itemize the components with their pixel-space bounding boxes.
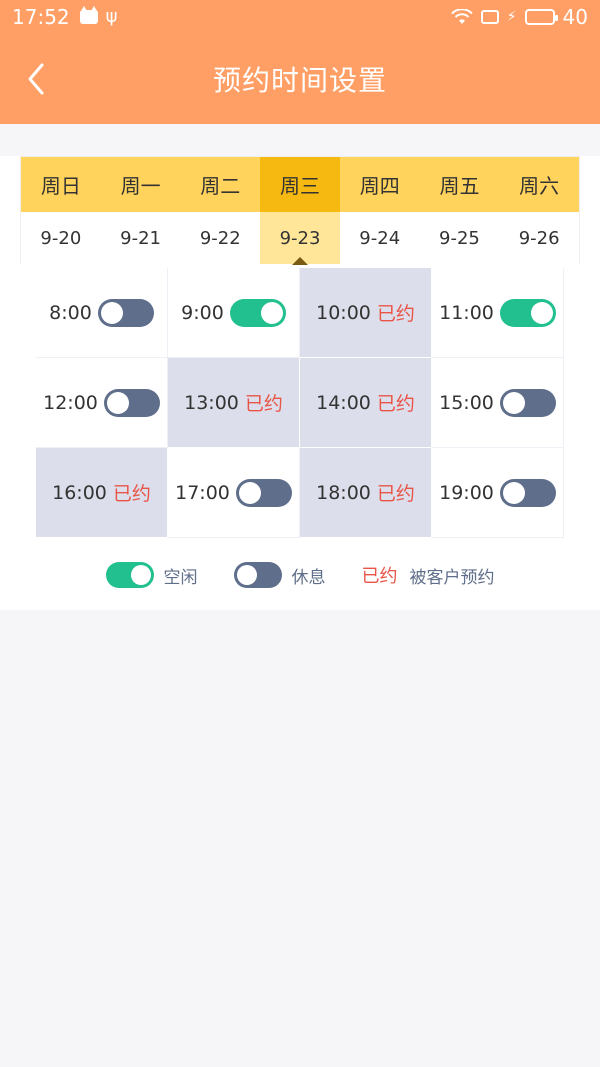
time-slot-grid: 8:00 9:00 10:00 已约 11:00 12:00 13:00 已约 14:00 已约 1… [36, 268, 564, 538]
nav-bar: 预约时间设置 [0, 34, 600, 124]
slot-time: 14:00 [316, 391, 371, 414]
time-slot[interactable]: 14:00 已约 [300, 358, 432, 448]
toggle-off-icon [233, 562, 282, 588]
weekday-tab[interactable]: 周四 [340, 157, 420, 212]
status-bar: 17:52 ψ ⚡ 40 [0, 0, 600, 34]
booked-tag: 已约 [376, 303, 415, 325]
app-header: 17:52 ψ ⚡ 40 预约时间设置 [0, 0, 600, 124]
time-slot[interactable]: 9:00 [168, 268, 300, 358]
weekday-tab[interactable]: 周六 [499, 157, 579, 212]
slot-time: 17:00 [175, 481, 230, 504]
weekday-tab[interactable]: 周五 [420, 157, 500, 212]
time-slot[interactable]: 11:00 [432, 268, 564, 358]
status-time: 17:52 [12, 5, 70, 29]
sim-icon [480, 10, 499, 24]
back-button[interactable] [22, 62, 52, 96]
toggle-off-switch[interactable] [97, 298, 154, 327]
slot-time: 15:00 [439, 391, 494, 414]
date-tab[interactable]: 9-25 [420, 212, 500, 264]
weekday-tab[interactable]: 周一 [101, 157, 181, 212]
slot-time: 13:00 [184, 391, 239, 414]
slot-time: 12:00 [43, 391, 98, 414]
slot-time: 18:00 [316, 481, 371, 504]
slot-time: 8:00 [49, 301, 92, 324]
time-slot[interactable]: 13:00 已约 [168, 358, 300, 448]
legend-rest: 休息 [233, 562, 326, 588]
toggle-off-switch[interactable] [103, 388, 160, 417]
legend-free-label: 空闲 [163, 567, 198, 588]
time-slot[interactable]: 15:00 [432, 358, 564, 448]
date-tab[interactable]: 9-26 [499, 212, 579, 264]
legend: 空闲 休息 已约 被客户预约 [0, 556, 600, 594]
time-slot[interactable]: 18:00 已约 [300, 448, 432, 538]
time-slot[interactable]: 17:00 [168, 448, 300, 538]
slot-time: 19:00 [439, 481, 494, 504]
toggle-off-switch[interactable] [499, 388, 556, 417]
legend-booked-label: 被客户预约 [409, 567, 495, 588]
toggle-off-switch[interactable] [235, 478, 292, 507]
toggle-on-switch[interactable] [499, 298, 556, 327]
time-slot[interactable]: 10:00 已约 [300, 268, 432, 358]
date-tab[interactable]: 9-21 [101, 212, 181, 264]
time-slot[interactable]: 8:00 [36, 268, 168, 358]
schedule-panel: 周日 周一 周二 周三 周四 周五 周六 9-20 9-21 9-22 9-23 9-24 9-25 9… [0, 124, 600, 610]
booked-tag: 已约 [376, 393, 415, 415]
weekday-tab[interactable]: 周三 [260, 157, 340, 212]
toggle-off-switch[interactable] [499, 478, 556, 507]
battery-icon [524, 9, 558, 25]
weekday-row: 周日 周一 周二 周三 周四 周五 周六 [21, 157, 579, 212]
toggle-on-icon [105, 562, 154, 588]
booked-tag: 已约 [244, 393, 283, 415]
usb-icon: ψ [105, 6, 118, 27]
toggle-on-switch[interactable] [229, 298, 286, 327]
slot-time: 10:00 [316, 301, 371, 324]
slot-time: 9:00 [181, 301, 224, 324]
date-tab[interactable]: 9-24 [340, 212, 420, 264]
weekday-tab[interactable]: 周二 [180, 157, 260, 212]
page-title: 预约时间设置 [212, 64, 387, 97]
week-selector: 周日 周一 周二 周三 周四 周五 周六 9-20 9-21 9-22 9-23 9-24 9-25 9… [20, 156, 580, 265]
date-tab[interactable]: 9-23 [260, 212, 340, 265]
time-slot[interactable]: 19:00 [432, 448, 564, 538]
booked-tag: 已约 [112, 483, 151, 505]
legend-free: 空闲 [105, 562, 198, 588]
time-slot[interactable]: 16:00 已约 [36, 448, 168, 538]
legend-booked: 已约 被客户预约 [362, 562, 495, 588]
date-tab[interactable]: 9-22 [180, 212, 260, 264]
android-icon [79, 6, 98, 24]
legend-rest-label: 休息 [291, 567, 326, 588]
weekday-tab[interactable]: 周日 [21, 157, 101, 212]
booked-tag: 已约 [376, 483, 415, 505]
slot-time: 16:00 [52, 481, 107, 504]
legend-booked-tag: 已约 [361, 566, 398, 587]
chevron-left-icon [28, 63, 44, 95]
slot-time: 11:00 [439, 301, 494, 324]
battery-level: 40 [562, 5, 588, 29]
charging-icon: ⚡ [506, 9, 517, 25]
time-slot[interactable]: 12:00 [36, 358, 168, 448]
date-tab[interactable]: 9-20 [21, 212, 101, 264]
date-row: 9-20 9-21 9-22 9-23 9-24 9-25 9-26 [21, 212, 579, 265]
wifi-icon [450, 9, 473, 24]
